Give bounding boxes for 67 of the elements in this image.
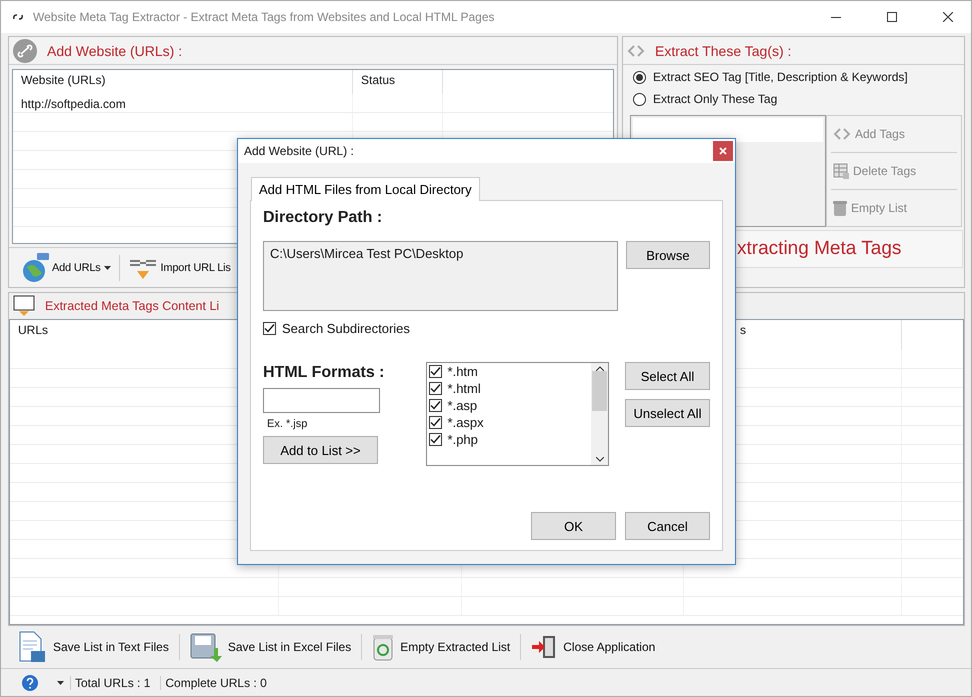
browse-button[interactable]: Browse <box>626 241 710 269</box>
hint-text: Ex. *.jsp <box>267 418 308 430</box>
list-item-label: *.html <box>448 381 481 396</box>
column-header: Status <box>361 73 396 87</box>
link-icon <box>13 38 37 62</box>
list-item-label: *.htm <box>448 364 478 379</box>
toolbar-button[interactable]: Import URL Lis <box>126 252 233 282</box>
exit-door-icon <box>531 635 558 659</box>
code-icon <box>627 44 645 56</box>
checkbox[interactable] <box>428 365 442 378</box>
maximize-icon <box>887 12 897 22</box>
status-text: Total URLs : 1 <box>70 676 154 690</box>
window-title: Website Meta Tag Extractor - Extract Meta Tags from Websites and Local HTML Pages <box>33 10 496 24</box>
toolbar-button[interactable]: Close Application <box>527 633 660 661</box>
input-field[interactable] <box>263 388 380 413</box>
list-item-label: *.asp <box>448 398 478 413</box>
list-item-label: *.php <box>448 432 478 447</box>
minimize-icon <box>831 16 841 18</box>
close-icon <box>943 12 953 22</box>
scroll-up-icon[interactable] <box>596 366 604 371</box>
close-button[interactable] <box>713 141 733 161</box>
trash-icon <box>833 200 847 216</box>
close-icon <box>719 147 727 155</box>
unselect-all-button[interactable]: Unselect All <box>625 399 710 427</box>
scroll-down-icon[interactable] <box>596 457 604 462</box>
grid-icon <box>833 163 849 179</box>
app-icon <box>13 13 23 21</box>
toolbar-button[interactable]: Empty Extracted List <box>368 631 514 663</box>
code-icon <box>833 128 851 140</box>
section-heading: HTML Formats : <box>263 364 386 382</box>
path-field[interactable]: C:\Users\Mircea Test PC\Desktop <box>263 241 618 311</box>
ok-button[interactable]: OK <box>531 512 616 540</box>
panel-title: Add Website (URLs) : <box>47 42 182 58</box>
column-header: s <box>740 323 746 337</box>
section-heading: Directory Path : <box>263 209 384 227</box>
checkbox[interactable] <box>428 416 442 429</box>
checkbox[interactable] <box>428 399 442 412</box>
add-button[interactable]: Add to List >> <box>263 436 378 464</box>
list-item-label: *.aspx <box>448 415 484 430</box>
cancel-button[interactable]: Cancel <box>625 512 710 540</box>
recycle-bin-icon <box>372 633 394 661</box>
status-text: Complete URLs : 0 <box>160 676 271 690</box>
radio-button[interactable] <box>633 70 646 84</box>
column-header: URLs <box>18 323 48 337</box>
table-cell: http://softpedia.com <box>21 97 126 111</box>
save-file-icon <box>17 631 47 663</box>
globe-icon <box>21 252 49 282</box>
checkbox-label: Search Subdirectories <box>282 321 410 336</box>
tab[interactable]: Add HTML Files from Local Directory <box>251 177 480 201</box>
scrollbar-thumb[interactable] <box>592 371 607 411</box>
caret-icon[interactable] <box>57 680 64 684</box>
help-icon[interactable] <box>21 674 39 692</box>
panel-title: Extracted Meta Tags Content Li <box>45 299 220 313</box>
select-all-button[interactable]: Select All <box>625 362 710 390</box>
dropdown-button[interactable]: Add URLs <box>19 250 113 284</box>
save-floppy-icon <box>190 632 222 662</box>
checkbox[interactable] <box>428 433 442 446</box>
radio-label: Extract SEO Tag [Title, Description & Keywords] <box>653 70 908 84</box>
radio-label: Extract Only These Tag <box>653 92 778 106</box>
checkbox[interactable] <box>428 382 442 395</box>
column-header: Website (URLs) <box>21 73 106 87</box>
checkbox[interactable] <box>263 322 276 335</box>
panel-title: Extract These Tag(s) : <box>655 42 792 58</box>
toolbar-button[interactable]: Save List in Excel Files <box>186 630 356 664</box>
toolbar-button[interactable]: Save List in Text Files <box>13 629 173 665</box>
dialog-title: Add Website (URL) : <box>244 144 354 158</box>
radio-button[interactable] <box>633 92 646 106</box>
